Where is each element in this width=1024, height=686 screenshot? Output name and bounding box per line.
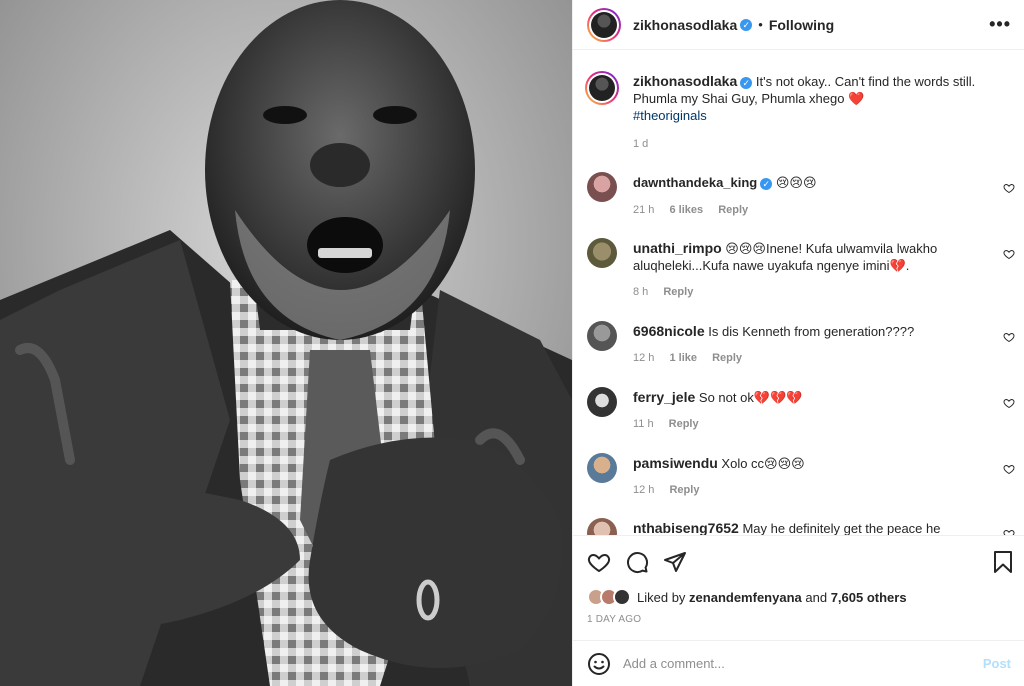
post-age[interactable]: 1 DAY AGO [587, 614, 641, 625]
comment-time: 21 h [633, 204, 655, 216]
heart-icon[interactable] [587, 550, 611, 574]
comment-username[interactable]: unathi_rimpo [633, 240, 722, 256]
avatar[interactable] [587, 321, 617, 351]
heart-icon[interactable] [1003, 331, 1015, 343]
verified-icon: ✓ [760, 177, 773, 190]
verified-icon: ✓ [740, 18, 753, 31]
comment-time: 11 h [633, 418, 654, 430]
comment-likes[interactable]: 1 like [669, 352, 697, 364]
reply-button[interactable]: Reply [712, 352, 742, 364]
reply-button[interactable]: Reply [669, 484, 699, 496]
share-icon[interactable] [663, 550, 687, 574]
liked-by-user[interactable]: zenandemfenyana [689, 590, 802, 605]
avatar[interactable] [587, 238, 617, 268]
post-actions: Liked by zenandemfenyana and 7,605 other… [573, 535, 1024, 633]
comment-username[interactable]: ferry_jele [633, 389, 695, 405]
more-icon[interactable]: ••• [989, 14, 1011, 35]
comment-time: 8 h [633, 286, 649, 298]
emoji-icon[interactable] [587, 652, 611, 676]
post-header: zikhonasodlaka ✓ • Following ••• [573, 0, 1024, 50]
liked-by-conjunction: and [805, 589, 828, 605]
heart-icon[interactable] [1003, 182, 1015, 194]
comment-text: Xolo cc😢😢😢 [721, 456, 805, 471]
caption-hashtag[interactable]: #theoriginals [633, 108, 707, 123]
post-photo[interactable] [0, 0, 572, 686]
heart-icon[interactable] [1003, 248, 1015, 260]
avatar[interactable] [587, 518, 617, 535]
caption-time: 1 d [633, 138, 649, 150]
liker-avatars[interactable] [587, 588, 631, 606]
heart-icon[interactable] [1003, 397, 1015, 409]
comment-input[interactable] [623, 656, 983, 671]
comment-username[interactable]: dawnthandeka_king [633, 175, 757, 190]
comment-text: 😢😢😢 [775, 175, 817, 190]
comment-text: So not ok💔💔💔 [698, 390, 803, 405]
avatar[interactable] [587, 387, 617, 417]
author-username[interactable]: zikhonasodlaka [633, 17, 737, 33]
reply-button[interactable]: Reply [718, 204, 748, 216]
comment-text: Is dis Kenneth from generation???? [708, 324, 915, 339]
comment-text: May he definitely get the peace he [742, 521, 941, 535]
heart-icon[interactable] [1003, 528, 1015, 535]
following-button[interactable]: Following [769, 17, 834, 33]
post-photo-image [0, 0, 572, 686]
comment-username[interactable]: 6968nicole [633, 323, 705, 339]
post-button[interactable]: Post [983, 656, 1011, 671]
comment-username[interactable]: nthabiseng7652 [633, 520, 739, 535]
liked-by-prefix: Liked by [637, 589, 686, 605]
header-separator: • [758, 17, 763, 32]
comment-composer: Post [573, 640, 1024, 686]
comment-time: 12 h [633, 352, 655, 364]
bookmark-icon[interactable] [991, 550, 1015, 574]
reply-button[interactable]: Reply [663, 286, 693, 298]
reply-button[interactable]: Reply [669, 418, 699, 430]
verified-icon: ✓ [740, 76, 753, 89]
comment-icon[interactable] [625, 550, 649, 574]
comment-likes[interactable]: 6 likes [669, 204, 703, 216]
avatar [613, 588, 631, 606]
heart-icon[interactable] [1003, 463, 1015, 475]
caption-username[interactable]: zikhonasodlaka [633, 73, 737, 89]
avatar[interactable] [587, 172, 617, 202]
post-sidebar: zikhonasodlaka ✓ • Following ••• zikhona… [572, 0, 1024, 686]
comment-username[interactable]: pamsiwendu [633, 455, 718, 471]
comments-list[interactable]: zikhonasodlaka ✓ It's not okay.. Can't fi… [573, 51, 1024, 535]
liked-by-others[interactable]: 7,605 others [831, 590, 907, 605]
comment-time: 12 h [633, 484, 655, 496]
author-avatar[interactable] [587, 7, 621, 42]
likes-summary: Liked by zenandemfenyana and 7,605 other… [587, 588, 907, 606]
caption-avatar[interactable] [585, 71, 619, 105]
avatar[interactable] [587, 453, 617, 483]
